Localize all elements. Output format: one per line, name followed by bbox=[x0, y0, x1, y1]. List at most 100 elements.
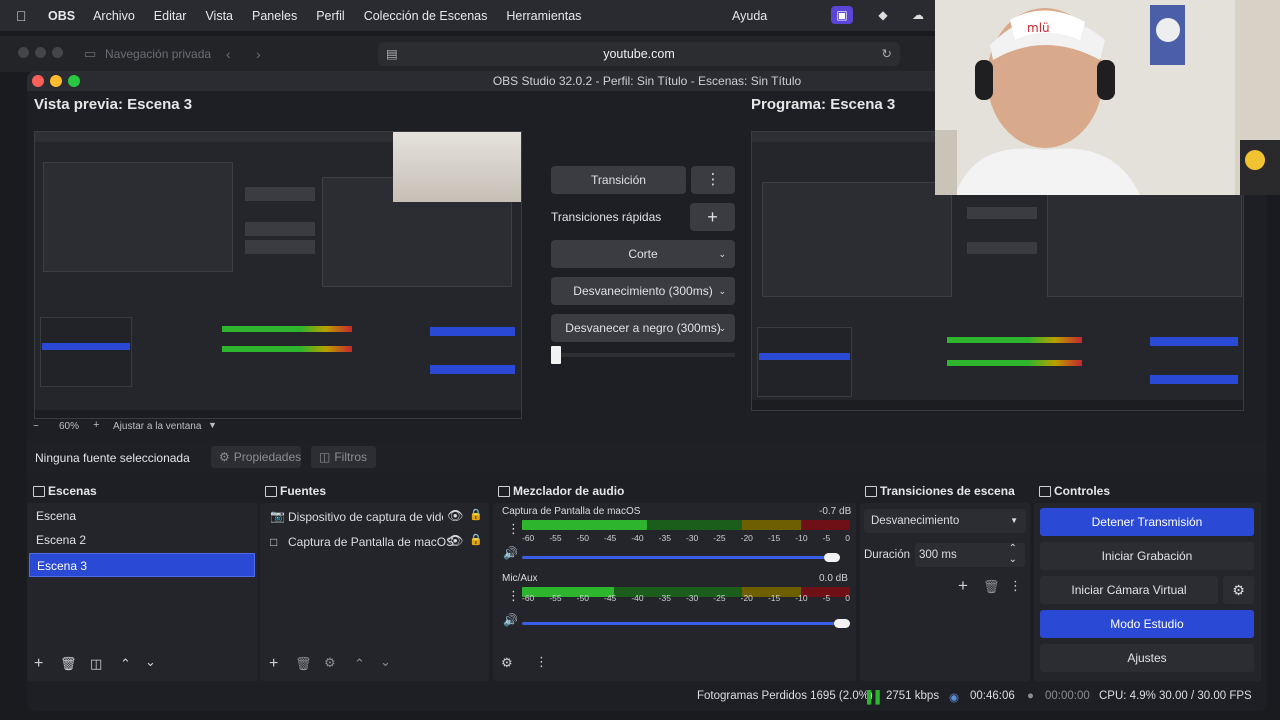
stop-streaming-button[interactable]: Detener Transmisión bbox=[1040, 508, 1254, 536]
meter-tick-label: -35 bbox=[658, 533, 671, 543]
sources-dock-title: Fuentes bbox=[262, 480, 326, 502]
window-title: OBS Studio 32.0.2 - Perfil: Sin Título -… bbox=[492, 74, 802, 88]
stream-time: 00:46:06 bbox=[970, 690, 1015, 702]
meter-tick-label: -5 bbox=[822, 533, 831, 543]
scene-item-escena-3[interactable]: Escena 3 bbox=[29, 553, 255, 577]
program-nested-stop-button bbox=[1150, 337, 1238, 346]
back-icon[interactable]: ‹ bbox=[226, 46, 231, 62]
preview-nested-meter bbox=[222, 326, 352, 332]
bitrate: 2751 kbps bbox=[886, 690, 940, 702]
no-source-label: Ninguna fuente seleccionada bbox=[35, 451, 190, 465]
apple-icon[interactable]:  bbox=[16, 8, 36, 24]
settings-button[interactable]: Ajustes bbox=[1040, 644, 1254, 672]
url-bar[interactable]: ▤ youtube.com ↻ bbox=[378, 42, 900, 66]
speaker-icon[interactable]: 🔊 bbox=[503, 613, 518, 627]
chevron-down-icon[interactable]: ⌄ bbox=[1009, 548, 1017, 572]
network-icon[interactable]: ◆ bbox=[872, 6, 894, 24]
meter-tick-label: -50 bbox=[576, 533, 589, 543]
trash-icon[interactable]: 🗑 bbox=[295, 656, 312, 672]
stream-icon: ◉ bbox=[949, 692, 960, 704]
add-source-icon[interactable]: + bbox=[269, 655, 278, 673]
zoom-in-icon[interactable]: + bbox=[93, 419, 99, 431]
add-scene-icon[interactable]: + bbox=[34, 655, 43, 673]
forward-icon[interactable]: › bbox=[256, 46, 261, 62]
studio-mode-button[interactable]: Modo Estudio bbox=[1040, 610, 1254, 638]
volume-slider-handle[interactable] bbox=[834, 619, 850, 628]
source-item-screen-capture[interactable]: Captura de Pantalla de macOS bbox=[288, 535, 454, 549]
program-nested-meter bbox=[947, 360, 1082, 366]
move-up-icon[interactable]: ⌃ bbox=[354, 656, 365, 672]
sidebar-icon[interactable]: ▭ bbox=[84, 46, 96, 62]
speaker-icon[interactable]: 🔊 bbox=[503, 546, 518, 560]
source-item-video-capture[interactable]: Dispositivo de captura de video ( bbox=[288, 510, 443, 524]
start-recording-button[interactable]: Iniciar Grabación bbox=[1040, 542, 1254, 570]
start-virtual-camera-button[interactable]: Iniciar Cámara Virtual bbox=[1040, 576, 1218, 604]
menu-ayuda[interactable]: Ayuda bbox=[732, 9, 767, 23]
chevron-down-icon[interactable]: ▼ bbox=[208, 420, 217, 430]
transition-select[interactable]: Desvanecimiento ▼ bbox=[864, 509, 1026, 533]
scene-item-escena[interactable]: Escena bbox=[29, 504, 255, 528]
move-down-icon[interactable]: ⌄ bbox=[380, 654, 391, 670]
volume-slider-handle[interactable] bbox=[824, 553, 841, 562]
mixer-gear-icon[interactable]: ⚙ bbox=[501, 655, 513, 671]
quick-transition-fade[interactable]: Desvanecimiento (300ms) ⌄ bbox=[551, 277, 735, 305]
menu-coleccion[interactable]: Colección de Escenas bbox=[364, 9, 488, 23]
move-up-icon[interactable]: ⌃ bbox=[120, 656, 131, 672]
mixer-channel-db: -0.7 dB bbox=[819, 506, 852, 517]
reload-icon[interactable]: ↻ bbox=[882, 42, 892, 66]
eye-icon[interactable]: 👁 bbox=[447, 533, 464, 549]
preview-nested-stop-button bbox=[430, 327, 515, 336]
meter-tick-label: -30 bbox=[685, 533, 699, 543]
filter-icon[interactable]: ◫ bbox=[90, 656, 102, 672]
add-transition-icon[interactable]: + bbox=[958, 576, 968, 596]
trash-icon[interactable]: 🗑 bbox=[983, 579, 1000, 595]
tbar-handle[interactable] bbox=[551, 346, 561, 364]
transition-menu-icon[interactable]: ⋮ bbox=[1009, 578, 1022, 594]
channel-menu-icon[interactable]: ⋮ bbox=[507, 588, 520, 604]
menu-paneles[interactable]: Paneles bbox=[252, 9, 297, 23]
minimize-icon[interactable] bbox=[50, 75, 62, 87]
mixer-menu-icon[interactable]: ⋮ bbox=[535, 654, 548, 670]
chevron-down-icon: ⌄ bbox=[718, 249, 726, 259]
lock-icon[interactable]: 🔒 bbox=[469, 508, 483, 521]
menu-editar[interactable]: Editar bbox=[154, 9, 187, 23]
quick-transition-cut[interactable]: Corte ⌄ bbox=[551, 240, 735, 268]
meter-tick-label: -5 bbox=[822, 593, 831, 603]
volume-slider-track[interactable] bbox=[522, 622, 850, 625]
gear-icon[interactable]: ⚙ bbox=[324, 655, 336, 671]
status-bar: Fotogramas Perdidos 1695 (2.0%) ▌▌ 2751 … bbox=[27, 683, 1267, 711]
lock-icon[interactable]: 🔒 bbox=[469, 533, 483, 546]
meter-tick-label: -15 bbox=[767, 593, 781, 603]
meter-tick-label: -55 bbox=[549, 533, 562, 543]
menu-herramientas[interactable]: Herramientas bbox=[506, 9, 581, 23]
close-icon[interactable] bbox=[32, 75, 44, 87]
transition-button[interactable]: Transición bbox=[551, 166, 686, 194]
menu-perfil[interactable]: Perfil bbox=[316, 9, 344, 23]
record-time: 00:00:00 bbox=[1045, 690, 1090, 702]
cloud-icon[interactable]: ☁ bbox=[907, 6, 929, 24]
properties-button[interactable]: ⚙ Propiedades bbox=[211, 446, 301, 468]
preview-nested-scenes bbox=[40, 317, 132, 387]
quick-transition-fade-black[interactable]: Desvanecer a negro (300ms) ⌄ bbox=[551, 314, 735, 342]
zoom-icon[interactable] bbox=[68, 75, 80, 87]
menu-archivo[interactable]: Archivo bbox=[93, 9, 135, 23]
filters-button[interactable]: ◫ Filtros bbox=[311, 446, 376, 468]
preview-canvas[interactable] bbox=[34, 131, 522, 419]
move-down-icon[interactable]: ⌄ bbox=[145, 654, 156, 670]
eye-icon[interactable]: 👁 bbox=[447, 508, 464, 524]
trash-icon[interactable]: 🗑 bbox=[60, 656, 77, 672]
volume-slider-track[interactable] bbox=[522, 556, 841, 559]
fit-window-label[interactable]: Ajustar a la ventana bbox=[113, 421, 201, 432]
add-quick-transition-button[interactable]: + bbox=[690, 203, 735, 231]
virtual-camera-gear-icon[interactable]: ⚙ bbox=[1223, 576, 1254, 604]
menu-vista[interactable]: Vista bbox=[205, 9, 233, 23]
menu-app-obs[interactable]: OBS bbox=[48, 9, 75, 23]
duration-spinbox[interactable]: 300 ms ⌃ ⌄ bbox=[915, 543, 1025, 567]
channel-menu-icon[interactable]: ⋮ bbox=[507, 521, 520, 537]
screen-share-icon[interactable]: ▣ bbox=[831, 6, 853, 24]
transition-select-value: Desvanecimiento bbox=[871, 515, 960, 527]
quick-transitions-label: Transiciones rápidas bbox=[551, 210, 662, 224]
scene-item-escena-2[interactable]: Escena 2 bbox=[29, 528, 255, 552]
transition-more-icon[interactable]: ⋮ bbox=[691, 166, 735, 194]
zoom-out-icon[interactable]: − bbox=[33, 421, 39, 432]
